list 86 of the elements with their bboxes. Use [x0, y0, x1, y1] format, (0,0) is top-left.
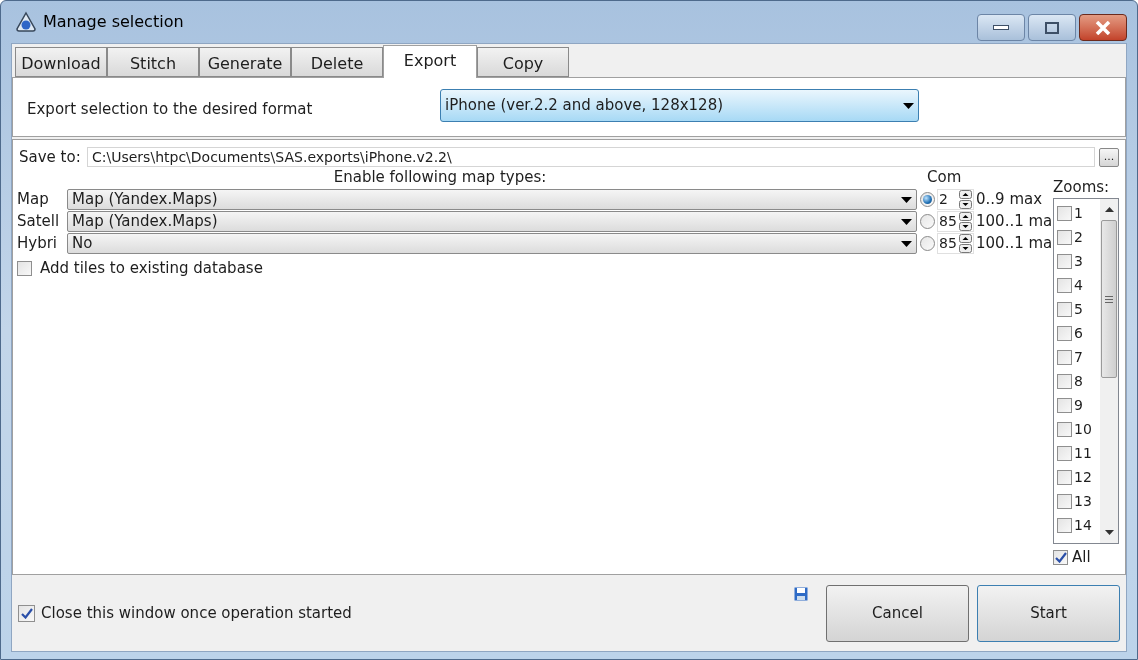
scroll-thumb[interactable]	[1101, 220, 1117, 378]
radio-button[interactable]	[920, 192, 935, 207]
spin-arrows-icon	[959, 212, 972, 231]
zoom-level-label: 5	[1074, 299, 1083, 319]
app-icon	[15, 11, 37, 33]
checkbox[interactable]	[1057, 301, 1072, 317]
browse-button[interactable]: ...	[1099, 147, 1119, 167]
zoom-level-label: 4	[1074, 275, 1083, 295]
checkbox[interactable]	[1057, 253, 1072, 269]
checkbox[interactable]	[1057, 277, 1072, 293]
start-button[interactable]: Start	[977, 584, 1120, 642]
dropdown-arrow-icon	[901, 196, 912, 203]
zoom-level-label: 8	[1074, 371, 1083, 391]
zoom-level-label: 3	[1074, 251, 1083, 271]
compression-heading: Com	[927, 166, 962, 188]
checkbox[interactable]	[1057, 397, 1072, 413]
save-to-label: Save to:	[19, 146, 82, 168]
checkbox[interactable]	[1057, 349, 1072, 365]
dropdown-arrow-icon	[901, 218, 912, 225]
checkbox[interactable]	[1057, 517, 1072, 533]
close-on-start-label: Close this window once operation started	[41, 602, 352, 624]
checkbox[interactable]	[1057, 325, 1072, 341]
spin-arrows-icon	[959, 190, 972, 209]
compression-range: 0..9 max	[976, 189, 1043, 211]
export-description: Export selection to the desired format	[27, 98, 314, 120]
close-icon	[1095, 20, 1111, 35]
checkbox[interactable]	[1053, 549, 1068, 565]
cancel-button[interactable]: Cancel	[826, 584, 969, 642]
scrollbar[interactable]	[1100, 199, 1118, 543]
zoom-level-label: 13	[1074, 491, 1092, 511]
radio-button[interactable]	[920, 214, 935, 229]
map-type-label: Hybri	[17, 233, 58, 255]
compression-spinner[interactable]: 2	[937, 189, 974, 210]
zoom-level-label: 11	[1074, 443, 1092, 463]
zoom-level-label: 7	[1074, 347, 1083, 367]
tab[interactable]: Delete	[291, 47, 383, 77]
tab[interactable]: Download	[15, 47, 107, 77]
save-icon[interactable]	[794, 587, 808, 601]
checkbox[interactable]	[1057, 493, 1072, 509]
map-dropdown[interactable]: Map (Yandex.Maps)	[67, 211, 917, 232]
scroll-up-icon	[1104, 207, 1114, 212]
maximize-icon	[1045, 21, 1059, 34]
grip-icon	[1105, 295, 1113, 303]
tab[interactable]: Generate	[199, 47, 291, 77]
map-types-heading: Enable following map types:	[332, 166, 548, 188]
checkbox[interactable]	[17, 260, 32, 276]
checkbox[interactable]	[18, 604, 35, 622]
add-tiles-label: Add tiles to existing database	[40, 258, 263, 279]
checkbox[interactable]	[1057, 469, 1072, 485]
map-dropdown[interactable]: Map (Yandex.Maps)	[67, 189, 917, 210]
checkbox[interactable]	[1057, 421, 1072, 437]
compression-spinner[interactable]: 85	[937, 233, 974, 254]
dropdown-arrow-icon	[901, 240, 912, 247]
close-button[interactable]	[1079, 14, 1127, 41]
map-dropdown[interactable]: No	[67, 233, 917, 254]
compression-range: 100..1 ma	[976, 233, 1053, 255]
minimize-button[interactable]	[977, 14, 1025, 41]
zoom-level-label: 10	[1074, 419, 1092, 439]
compression-range: 100..1 ma	[976, 211, 1053, 233]
dropdown-arrow-icon	[903, 102, 914, 109]
zooms-heading: Zooms:	[1053, 177, 1111, 198]
save-path-field[interactable]: C:\Users\htpc\Documents\SAS.exports\iPhone.v2.2\	[87, 147, 1095, 167]
minimize-icon	[993, 25, 1009, 30]
compression-spinner[interactable]: 85	[937, 211, 974, 232]
checkbox[interactable]	[1057, 229, 1072, 245]
tab[interactable]: Stitch	[107, 47, 199, 77]
checkbox[interactable]	[1057, 445, 1072, 461]
scroll-down-icon	[1104, 530, 1114, 535]
format-dropdown[interactable]: iPhone (ver.2.2 and above, 128x128)	[440, 89, 919, 122]
tab[interactable]: Export	[383, 45, 477, 78]
window-title: Manage selection	[43, 11, 184, 33]
tab[interactable]: Copy	[477, 47, 569, 77]
radio-button[interactable]	[920, 236, 935, 251]
zoom-level-label: 6	[1074, 323, 1083, 343]
zoom-level-label: 2	[1074, 227, 1083, 247]
checkbox[interactable]	[1057, 205, 1072, 221]
maximize-button[interactable]	[1028, 14, 1076, 41]
spin-arrows-icon	[959, 234, 972, 253]
zoom-level-label: 9	[1074, 395, 1083, 415]
all-zooms-label: All	[1072, 547, 1091, 568]
checkbox[interactable]	[1057, 373, 1072, 389]
zoom-level-label: 14	[1074, 515, 1092, 535]
map-type-label: Satell	[17, 211, 61, 233]
zoom-level-label: 1	[1074, 203, 1083, 223]
zoom-level-label: 12	[1074, 467, 1092, 487]
map-type-label: Map	[17, 189, 50, 211]
